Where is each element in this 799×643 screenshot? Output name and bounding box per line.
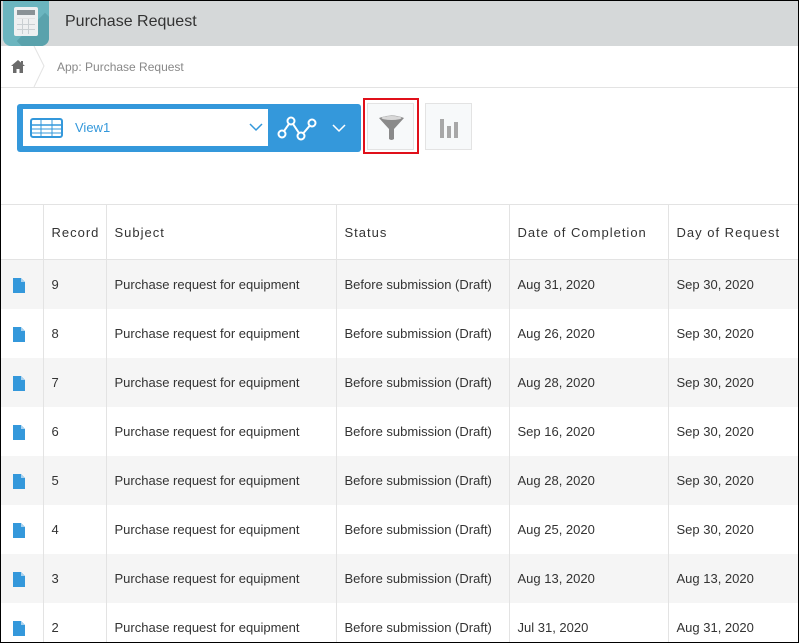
view-toolbar: View1 [17, 104, 361, 152]
cell-status: Before submission (Draft) [335, 456, 509, 505]
row-icon-cell [1, 456, 43, 505]
cell-status: Before submission (Draft) [335, 309, 509, 358]
cell-status: Before submission (Draft) [335, 554, 509, 603]
record-detail-icon[interactable] [13, 326, 25, 342]
record-detail-icon[interactable] [13, 522, 25, 538]
record-detail-icon[interactable] [13, 375, 25, 391]
cell-status: Before submission (Draft) [335, 603, 509, 642]
table-row: 9 Purchase request for equipment Before su… [1, 259, 798, 309]
record-detail-icon[interactable] [13, 277, 25, 293]
chart-button[interactable] [425, 103, 472, 150]
row-icon-cell [1, 259, 43, 309]
cell-record: 4 [42, 505, 106, 554]
cell-record: 2 [42, 603, 106, 642]
cell-status: Before submission (Draft) [335, 358, 509, 407]
record-detail-icon[interactable] [13, 571, 25, 587]
cell-subject: Purchase request for equipment [105, 554, 336, 603]
cell-date-of-completion: Aug 28, 2020 [508, 358, 668, 407]
cell-status: Before submission (Draft) [335, 505, 509, 554]
cell-day-of-request: Sep 30, 2020 [667, 259, 798, 309]
column-header-icon [1, 204, 43, 260]
cell-subject: Purchase request for equipment [105, 505, 336, 554]
home-icon[interactable] [11, 60, 25, 73]
cell-status: Before submission (Draft) [335, 407, 509, 456]
graph-menu-chevron-down-icon[interactable] [332, 124, 346, 133]
row-icon-cell [1, 554, 43, 603]
cell-subject: Purchase request for equipment [105, 309, 336, 358]
view-select[interactable]: View1 [23, 109, 268, 146]
breadcrumb: App: Purchase Request [1, 46, 798, 88]
table-row: 2 Purchase request for equipment Before su… [1, 603, 798, 642]
record-detail-icon[interactable] [13, 424, 25, 440]
cell-date-of-completion: Aug 26, 2020 [508, 309, 668, 358]
cell-day-of-request: Sep 30, 2020 [667, 309, 798, 358]
cell-record: 3 [42, 554, 106, 603]
cell-record: 9 [42, 259, 106, 309]
breadcrumb-separator [33, 46, 45, 87]
filter-button[interactable] [367, 103, 414, 150]
graph-line-icon[interactable] [277, 114, 319, 142]
cell-record: 5 [42, 456, 106, 505]
cell-day-of-request: Sep 30, 2020 [667, 407, 798, 456]
table-view-icon [30, 118, 63, 138]
cell-day-of-request: Sep 30, 2020 [667, 358, 798, 407]
cell-record: 6 [42, 407, 106, 456]
cell-subject: Purchase request for equipment [105, 259, 336, 309]
view-select-value: View1 [75, 120, 111, 135]
table-header-row: Record Subject Status Date of Completion… [1, 204, 798, 260]
cell-subject: Purchase request for equipment [105, 407, 336, 456]
table-row: 3 Purchase request for equipment Before su… [1, 554, 798, 603]
cell-status: Before submission (Draft) [335, 259, 509, 309]
table-row: 4 Purchase request for equipment Before su… [1, 505, 798, 554]
row-icon-cell [1, 407, 43, 456]
cell-date-of-completion: Aug 28, 2020 [508, 456, 668, 505]
app-header: Purchase Request [1, 1, 798, 46]
column-header-date-of-completion[interactable]: Date of Completion [508, 204, 668, 260]
table-row: 6 Purchase request for equipment Before su… [1, 407, 798, 456]
cell-date-of-completion: Jul 31, 2020 [508, 603, 668, 642]
calculator-app-icon [3, 1, 49, 46]
cell-record: 8 [42, 309, 106, 358]
cell-date-of-completion: Aug 31, 2020 [508, 259, 668, 309]
table-row: 5 Purchase request for equipment Before su… [1, 456, 798, 505]
row-icon-cell [1, 505, 43, 554]
chevron-down-icon [249, 123, 263, 132]
record-detail-icon[interactable] [13, 620, 25, 636]
record-detail-icon[interactable] [13, 473, 25, 489]
app-window: Purchase Request App: Purchase Request V… [0, 0, 799, 643]
breadcrumb-item-app[interactable]: App: Purchase Request [57, 60, 184, 74]
row-icon-cell [1, 603, 43, 642]
cell-subject: Purchase request for equipment [105, 603, 336, 642]
cell-subject: Purchase request for equipment [105, 358, 336, 407]
bar-chart-icon [440, 119, 458, 138]
records-table: Record Subject Status Date of Completion… [1, 204, 798, 642]
app-title: Purchase Request [65, 13, 197, 30]
cell-date-of-completion: Sep 16, 2020 [508, 407, 668, 456]
column-header-status[interactable]: Status [335, 204, 509, 260]
column-header-subject[interactable]: Subject [105, 204, 336, 260]
column-header-record[interactable]: Record [42, 204, 106, 260]
cell-day-of-request: Aug 31, 2020 [667, 603, 798, 642]
table-row: 8 Purchase request for equipment Before su… [1, 309, 798, 358]
filter-funnel-icon [379, 115, 404, 140]
cell-subject: Purchase request for equipment [105, 456, 336, 505]
cell-record: 7 [42, 358, 106, 407]
cell-day-of-request: Aug 13, 2020 [667, 554, 798, 603]
column-header-day-of-request[interactable]: Day of Request [667, 204, 798, 260]
cell-day-of-request: Sep 30, 2020 [667, 505, 798, 554]
row-icon-cell [1, 309, 43, 358]
cell-date-of-completion: Aug 13, 2020 [508, 554, 668, 603]
cell-date-of-completion: Aug 25, 2020 [508, 505, 668, 554]
cell-day-of-request: Sep 30, 2020 [667, 456, 798, 505]
table-row: 7 Purchase request for equipment Before su… [1, 358, 798, 407]
row-icon-cell [1, 358, 43, 407]
